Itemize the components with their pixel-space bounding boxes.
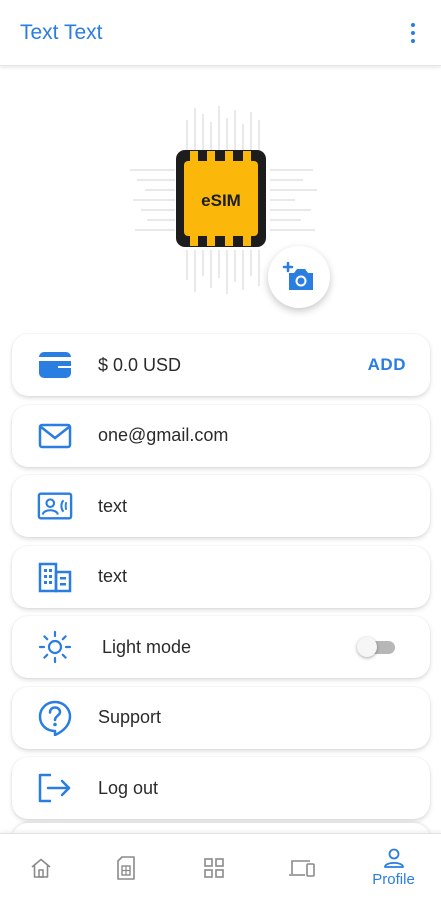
page-title: Text Text <box>20 20 103 44</box>
wallet-icon <box>37 347 73 383</box>
devices-icon <box>289 859 315 877</box>
more-vertical-icon[interactable] <box>403 21 423 45</box>
company-label: text <box>98 566 128 586</box>
contact-item[interactable]: text <box>12 475 430 537</box>
email-item[interactable]: one@gmail.com <box>12 404 430 467</box>
sim-card-icon <box>116 855 135 880</box>
support-label: Support <box>98 707 162 727</box>
app-bar: Text Text <box>0 0 441 66</box>
grid-icon <box>204 857 224 878</box>
contact-card-icon <box>37 488 73 524</box>
home-icon <box>31 858 51 878</box>
nav-sim[interactable] <box>82 834 170 901</box>
bottom-navigation: Profile <box>0 833 441 901</box>
esim-chip-label: eSIM <box>201 191 241 210</box>
light-mode-label: Light mode <box>102 636 192 657</box>
contact-label: text <box>98 495 128 516</box>
person-icon <box>383 848 404 868</box>
mail-icon <box>37 418 73 454</box>
nav-profile-label: Profile <box>372 871 415 888</box>
nav-devices[interactable] <box>258 834 346 901</box>
sun-icon <box>37 629 73 665</box>
logout-icon <box>37 770 73 806</box>
nav-profile[interactable]: Profile <box>346 834 441 901</box>
add-funds-button[interactable]: ADD <box>368 355 406 375</box>
balance-item[interactable]: $ 0.0 USD ADD <box>12 334 430 396</box>
balance-label: $ 0.0 USD <box>98 354 182 375</box>
theme-item[interactable]: Light mode <box>12 616 430 678</box>
email-label: one@gmail.com <box>98 425 229 445</box>
light-mode-toggle[interactable] <box>357 636 397 658</box>
nav-home[interactable] <box>0 834 82 901</box>
profile-list: $ 0.0 USD ADD one@gmail.com text text Li… <box>12 334 430 828</box>
logout-item[interactable]: Log out <box>12 757 430 819</box>
change-photo-button[interactable] <box>268 246 330 308</box>
nav-grid[interactable] <box>170 834 258 901</box>
logout-label: Log out <box>98 777 159 798</box>
add-photo-icon <box>282 261 313 290</box>
building-icon <box>37 559 73 595</box>
support-item[interactable]: Support <box>12 686 430 749</box>
help-icon <box>37 700 73 736</box>
company-item[interactable]: text <box>12 545 430 608</box>
